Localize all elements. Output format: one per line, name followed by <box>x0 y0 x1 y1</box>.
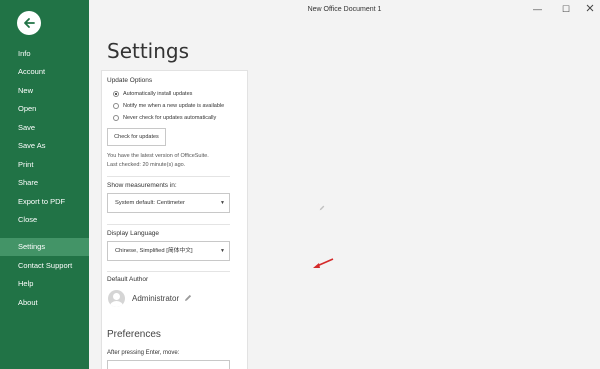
avatar-body <box>110 301 123 307</box>
title-bar: New Office Document 1 — ☐ <box>89 0 600 22</box>
divider <box>107 224 230 225</box>
close-window-button[interactable] <box>586 4 594 14</box>
page-title: Settings <box>107 39 190 63</box>
window-title: New Office Document 1 <box>307 6 382 13</box>
default-author-label: Default Author <box>107 276 149 283</box>
sidebar-item-save[interactable]: Save <box>0 119 89 137</box>
update-status-line2: Last checked: 20 minute(s) ago. <box>107 162 186 168</box>
radio-notify[interactable] <box>113 103 119 109</box>
sidebar-item-settings[interactable]: Settings <box>0 238 89 256</box>
sidebar-item-account[interactable]: Account <box>0 63 89 81</box>
divider <box>107 271 230 272</box>
radio-auto-install-label[interactable]: Automatically install updates <box>123 91 192 97</box>
check-for-updates-button[interactable]: Check for updates <box>107 128 166 146</box>
avatar <box>108 290 125 307</box>
sidebar-item-close[interactable]: Close <box>0 211 89 229</box>
pencil-icon <box>319 205 325 211</box>
sidebar-item-export-pdf[interactable]: Export to PDF <box>0 193 89 211</box>
radio-notify-label[interactable]: Notify me when a new update is available <box>123 103 224 109</box>
after-enter-label: After pressing Enter, move: <box>107 350 180 356</box>
display-language-value: Chinese, Simplified [简体中文] <box>115 248 193 254</box>
sidebar: Info Account New Open Save Save As Print… <box>0 0 89 369</box>
chevron-down-icon: ▼ <box>220 200 225 206</box>
measurements-value: System default: Centimeter <box>115 200 185 206</box>
author-name[interactable]: Administrator <box>132 294 179 303</box>
sidebar-item-share[interactable]: Share <box>0 174 89 192</box>
sidebar-item-save-as[interactable]: Save As <box>0 137 89 155</box>
chevron-down-icon: ▼ <box>220 248 225 254</box>
back-arrow-icon <box>24 18 35 28</box>
sidebar-item-open[interactable]: Open <box>0 100 89 118</box>
minimize-button[interactable]: — <box>533 4 542 14</box>
update-options-heading: Update Options <box>107 77 153 84</box>
update-status-line1: You have the latest version of OfficeSui… <box>107 153 209 159</box>
measurements-label: Show measurements in: <box>107 182 177 189</box>
after-enter-dropdown[interactable] <box>107 360 230 369</box>
sidebar-item-contact-support[interactable]: Contact Support <box>0 257 89 275</box>
sidebar-item-print[interactable]: Print <box>0 156 89 174</box>
maximize-button[interactable]: ☐ <box>562 4 570 15</box>
display-language-label: Display Language <box>107 230 160 237</box>
measurements-dropdown[interactable]: System default: Centimeter ▼ <box>107 193 230 213</box>
divider <box>107 176 230 177</box>
radio-auto-install[interactable] <box>113 91 119 97</box>
sidebar-item-about[interactable]: About <box>0 294 89 312</box>
close-icon <box>586 4 594 12</box>
back-button[interactable] <box>17 11 41 35</box>
avatar-head <box>113 293 120 300</box>
annotation-arrow-icon <box>313 258 334 268</box>
radio-never-check-label[interactable]: Never check for updates automatically <box>123 115 216 121</box>
pencil-icon[interactable] <box>184 294 192 302</box>
radio-never-check[interactable] <box>113 115 119 121</box>
preferences-heading: Preferences <box>107 329 161 340</box>
sidebar-item-help[interactable]: Help <box>0 275 89 293</box>
sidebar-item-info[interactable]: Info <box>0 45 89 63</box>
display-language-dropdown[interactable]: Chinese, Simplified [简体中文] ▼ <box>107 241 230 261</box>
sidebar-item-new[interactable]: New <box>0 82 89 100</box>
settings-main: Settings Update Options Automatically in… <box>89 22 600 369</box>
